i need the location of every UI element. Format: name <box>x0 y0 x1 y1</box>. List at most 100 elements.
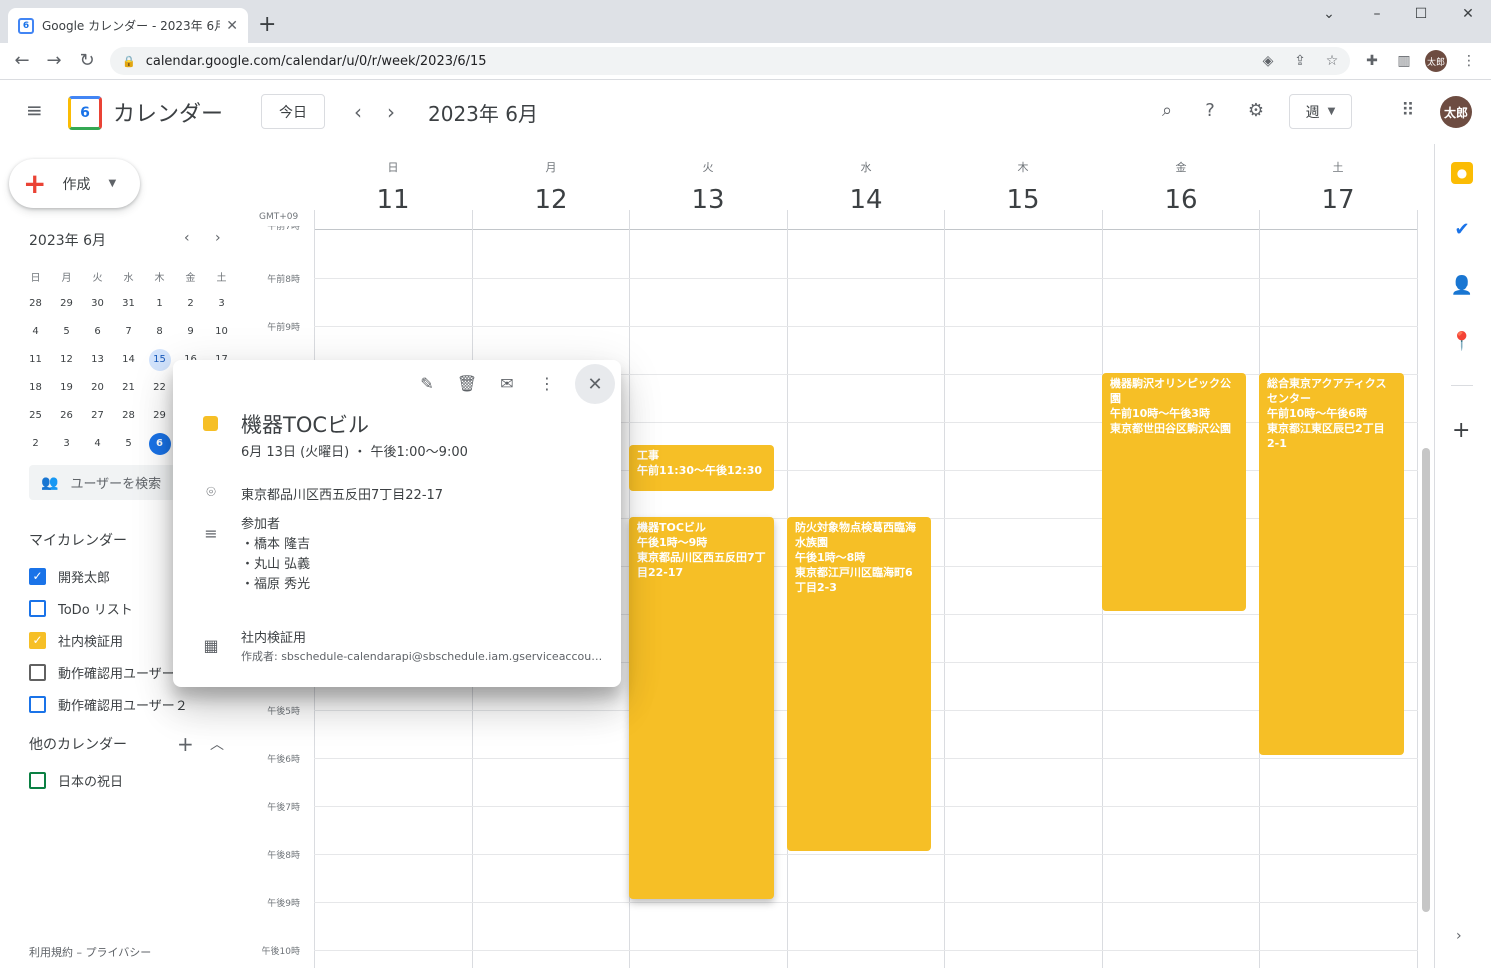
mini-day[interactable]: 28 <box>113 405 144 427</box>
calendar-item[interactable]: 日本の祝日 <box>29 770 123 790</box>
mini-prev-month-icon[interactable]: ‹ <box>184 230 190 246</box>
expand-panel-chevron-icon[interactable]: › <box>1456 928 1462 944</box>
mini-day[interactable]: 20 <box>82 377 113 399</box>
day-number[interactable]: 12 <box>472 185 630 215</box>
calendar-event[interactable]: 機器TOCビル 午後1時～9時 東京都品川区西五反田7丁目22-17 <box>629 517 774 899</box>
event-location[interactable]: 東京都品川区西五反田7丁目22-17 <box>241 484 443 503</box>
mini-day[interactable]: 29 <box>144 405 175 427</box>
mini-day[interactable]: 8 <box>144 321 175 343</box>
share-icon[interactable]: ⇪ <box>1289 51 1311 73</box>
day-header[interactable]: 月 12 <box>472 159 630 215</box>
add-calendar-icon[interactable]: + <box>177 732 194 756</box>
calendar-checkbox[interactable]: ✓ <box>29 631 46 649</box>
mini-day[interactable]: 7 <box>113 321 144 343</box>
mini-day[interactable]: 31 <box>113 293 144 315</box>
tab-search-icon[interactable]: ⌄ <box>1314 6 1344 26</box>
close-popup-icon[interactable]: ✕ <box>575 364 615 404</box>
more-options-icon[interactable]: ⋮ <box>534 372 560 398</box>
mini-day[interactable]: 29 <box>51 293 82 315</box>
tab-close-icon[interactable]: ✕ <box>226 18 238 34</box>
day-number[interactable]: 16 <box>1102 185 1260 215</box>
window-close-icon[interactable]: ✕ <box>1453 6 1483 26</box>
mini-day[interactable]: 3 <box>206 293 237 315</box>
mini-day[interactable]: 6 <box>82 321 113 343</box>
mini-day[interactable]: 13 <box>82 349 113 371</box>
mini-day[interactable]: 30 <box>82 293 113 315</box>
day-number[interactable]: 14 <box>787 185 945 215</box>
day-number[interactable]: 13 <box>629 185 787 215</box>
help-icon[interactable]: ? <box>1198 100 1222 124</box>
minimize-icon[interactable]: – <box>1362 6 1392 26</box>
contacts-icon[interactable]: 👤 <box>1451 274 1473 296</box>
calendar-event[interactable]: 防火対象物点検葛西臨海水族園 午後1時～8時 東京都江戸川区臨海町6丁目2-3 <box>787 517 931 851</box>
calendar-event[interactable]: 総合東京アクアティクスセンター 午前10時～午後6時 東京都江東区辰巳2丁目2-1 <box>1259 373 1404 755</box>
calendar-checkbox[interactable] <box>29 695 46 713</box>
maps-icon[interactable]: 📍 <box>1451 330 1473 352</box>
day-header[interactable]: 火 13 <box>629 159 787 215</box>
account-avatar[interactable]: 太郎 <box>1440 96 1472 128</box>
mini-day[interactable]: 1 <box>144 293 175 315</box>
mini-day[interactable]: 21 <box>113 377 144 399</box>
day-number[interactable]: 11 <box>314 185 472 215</box>
mini-day[interactable]: 11 <box>20 349 51 371</box>
calendar-checkbox[interactable]: ✓ <box>29 567 46 585</box>
calendar-item[interactable]: ✓ 社内検証用 <box>29 630 123 650</box>
bookmark-star-icon[interactable]: ☆ <box>1321 51 1343 73</box>
mini-day[interactable]: 18 <box>20 377 51 399</box>
forward-icon[interactable]: → <box>42 50 66 74</box>
calendar-item[interactable]: 動作確認用ユーザー１ <box>29 662 188 682</box>
mini-day[interactable]: 4 <box>82 433 113 455</box>
mini-day[interactable]: 5 <box>113 433 144 455</box>
browser-profile-avatar[interactable]: 太郎 <box>1425 50 1447 72</box>
extensions-icon[interactable]: ✚ <box>1361 51 1383 73</box>
mini-day[interactable]: 3 <box>51 433 82 455</box>
create-button[interactable]: + 作成 ▼ <box>9 159 140 208</box>
calendar-event[interactable]: 工事 午前11:30～午後12:30 <box>629 445 774 491</box>
delete-trash-icon[interactable]: 🗑 <box>454 372 480 398</box>
mini-day[interactable]: 5 <box>51 321 82 343</box>
view-selector[interactable]: 週 ▼ <box>1289 94 1352 129</box>
day-number[interactable]: 17 <box>1259 185 1417 215</box>
calendar-checkbox[interactable] <box>29 599 46 617</box>
collapse-chevron-icon[interactable]: ︿ <box>210 734 224 754</box>
mini-day[interactable]: 22 <box>144 377 175 399</box>
footer-links[interactable]: 利用規約 – プライバシー <box>29 944 151 960</box>
previous-week-icon[interactable]: ‹ <box>354 100 362 124</box>
next-week-icon[interactable]: › <box>387 100 395 124</box>
calendar-event[interactable]: 機器駒沢オリンピック公園 午前10時～午後3時 東京都世田谷区駒沢公園 <box>1102 373 1246 611</box>
eye-icon[interactable]: ◈ <box>1257 51 1279 73</box>
mini-day[interactable]: 15 <box>144 349 175 371</box>
day-number[interactable]: 15 <box>944 185 1102 215</box>
mini-day[interactable]: 6 <box>144 433 175 455</box>
calendar-item[interactable]: 動作確認用ユーザー２ <box>29 694 188 714</box>
mini-day[interactable]: 9 <box>175 321 206 343</box>
calendar-checkbox[interactable] <box>29 771 46 789</box>
reload-icon[interactable]: ↻ <box>75 50 99 74</box>
calendar-item[interactable]: ToDo リスト <box>29 598 133 618</box>
email-guests-icon[interactable]: ✉ <box>494 372 520 398</box>
mini-day[interactable]: 4 <box>20 321 51 343</box>
today-button[interactable]: 今日 <box>261 94 325 129</box>
get-addons-plus-icon[interactable]: + <box>1452 418 1470 443</box>
new-tab-icon[interactable]: + <box>258 12 276 37</box>
tasks-icon[interactable]: ✔ <box>1451 218 1473 240</box>
mini-day[interactable]: 26 <box>51 405 82 427</box>
day-header[interactable]: 木 15 <box>944 159 1102 215</box>
mini-day[interactable]: 2 <box>175 293 206 315</box>
mini-day[interactable]: 19 <box>51 377 82 399</box>
side-panel-icon[interactable]: ▥ <box>1393 51 1415 73</box>
grid-scrollbar[interactable] <box>1422 448 1430 912</box>
my-calendars-heading[interactable]: マイカレンダー <box>29 530 127 550</box>
mini-day[interactable]: 2 <box>20 433 51 455</box>
mini-day[interactable]: 12 <box>51 349 82 371</box>
back-icon[interactable]: ← <box>10 50 34 74</box>
mini-day[interactable]: 28 <box>20 293 51 315</box>
browser-menu-icon[interactable]: ⋮ <box>1458 51 1480 73</box>
calendar-item[interactable]: ✓ 開発太郎 <box>29 566 110 586</box>
other-calendars-heading[interactable]: 他のカレンダー <box>29 734 127 754</box>
apps-grid-icon[interactable]: ⠿ <box>1396 100 1420 124</box>
calendar-checkbox[interactable] <box>29 663 46 681</box>
mini-day[interactable]: 10 <box>206 321 237 343</box>
settings-gear-icon[interactable]: ⚙ <box>1244 100 1268 124</box>
mini-next-month-icon[interactable]: › <box>215 230 221 246</box>
